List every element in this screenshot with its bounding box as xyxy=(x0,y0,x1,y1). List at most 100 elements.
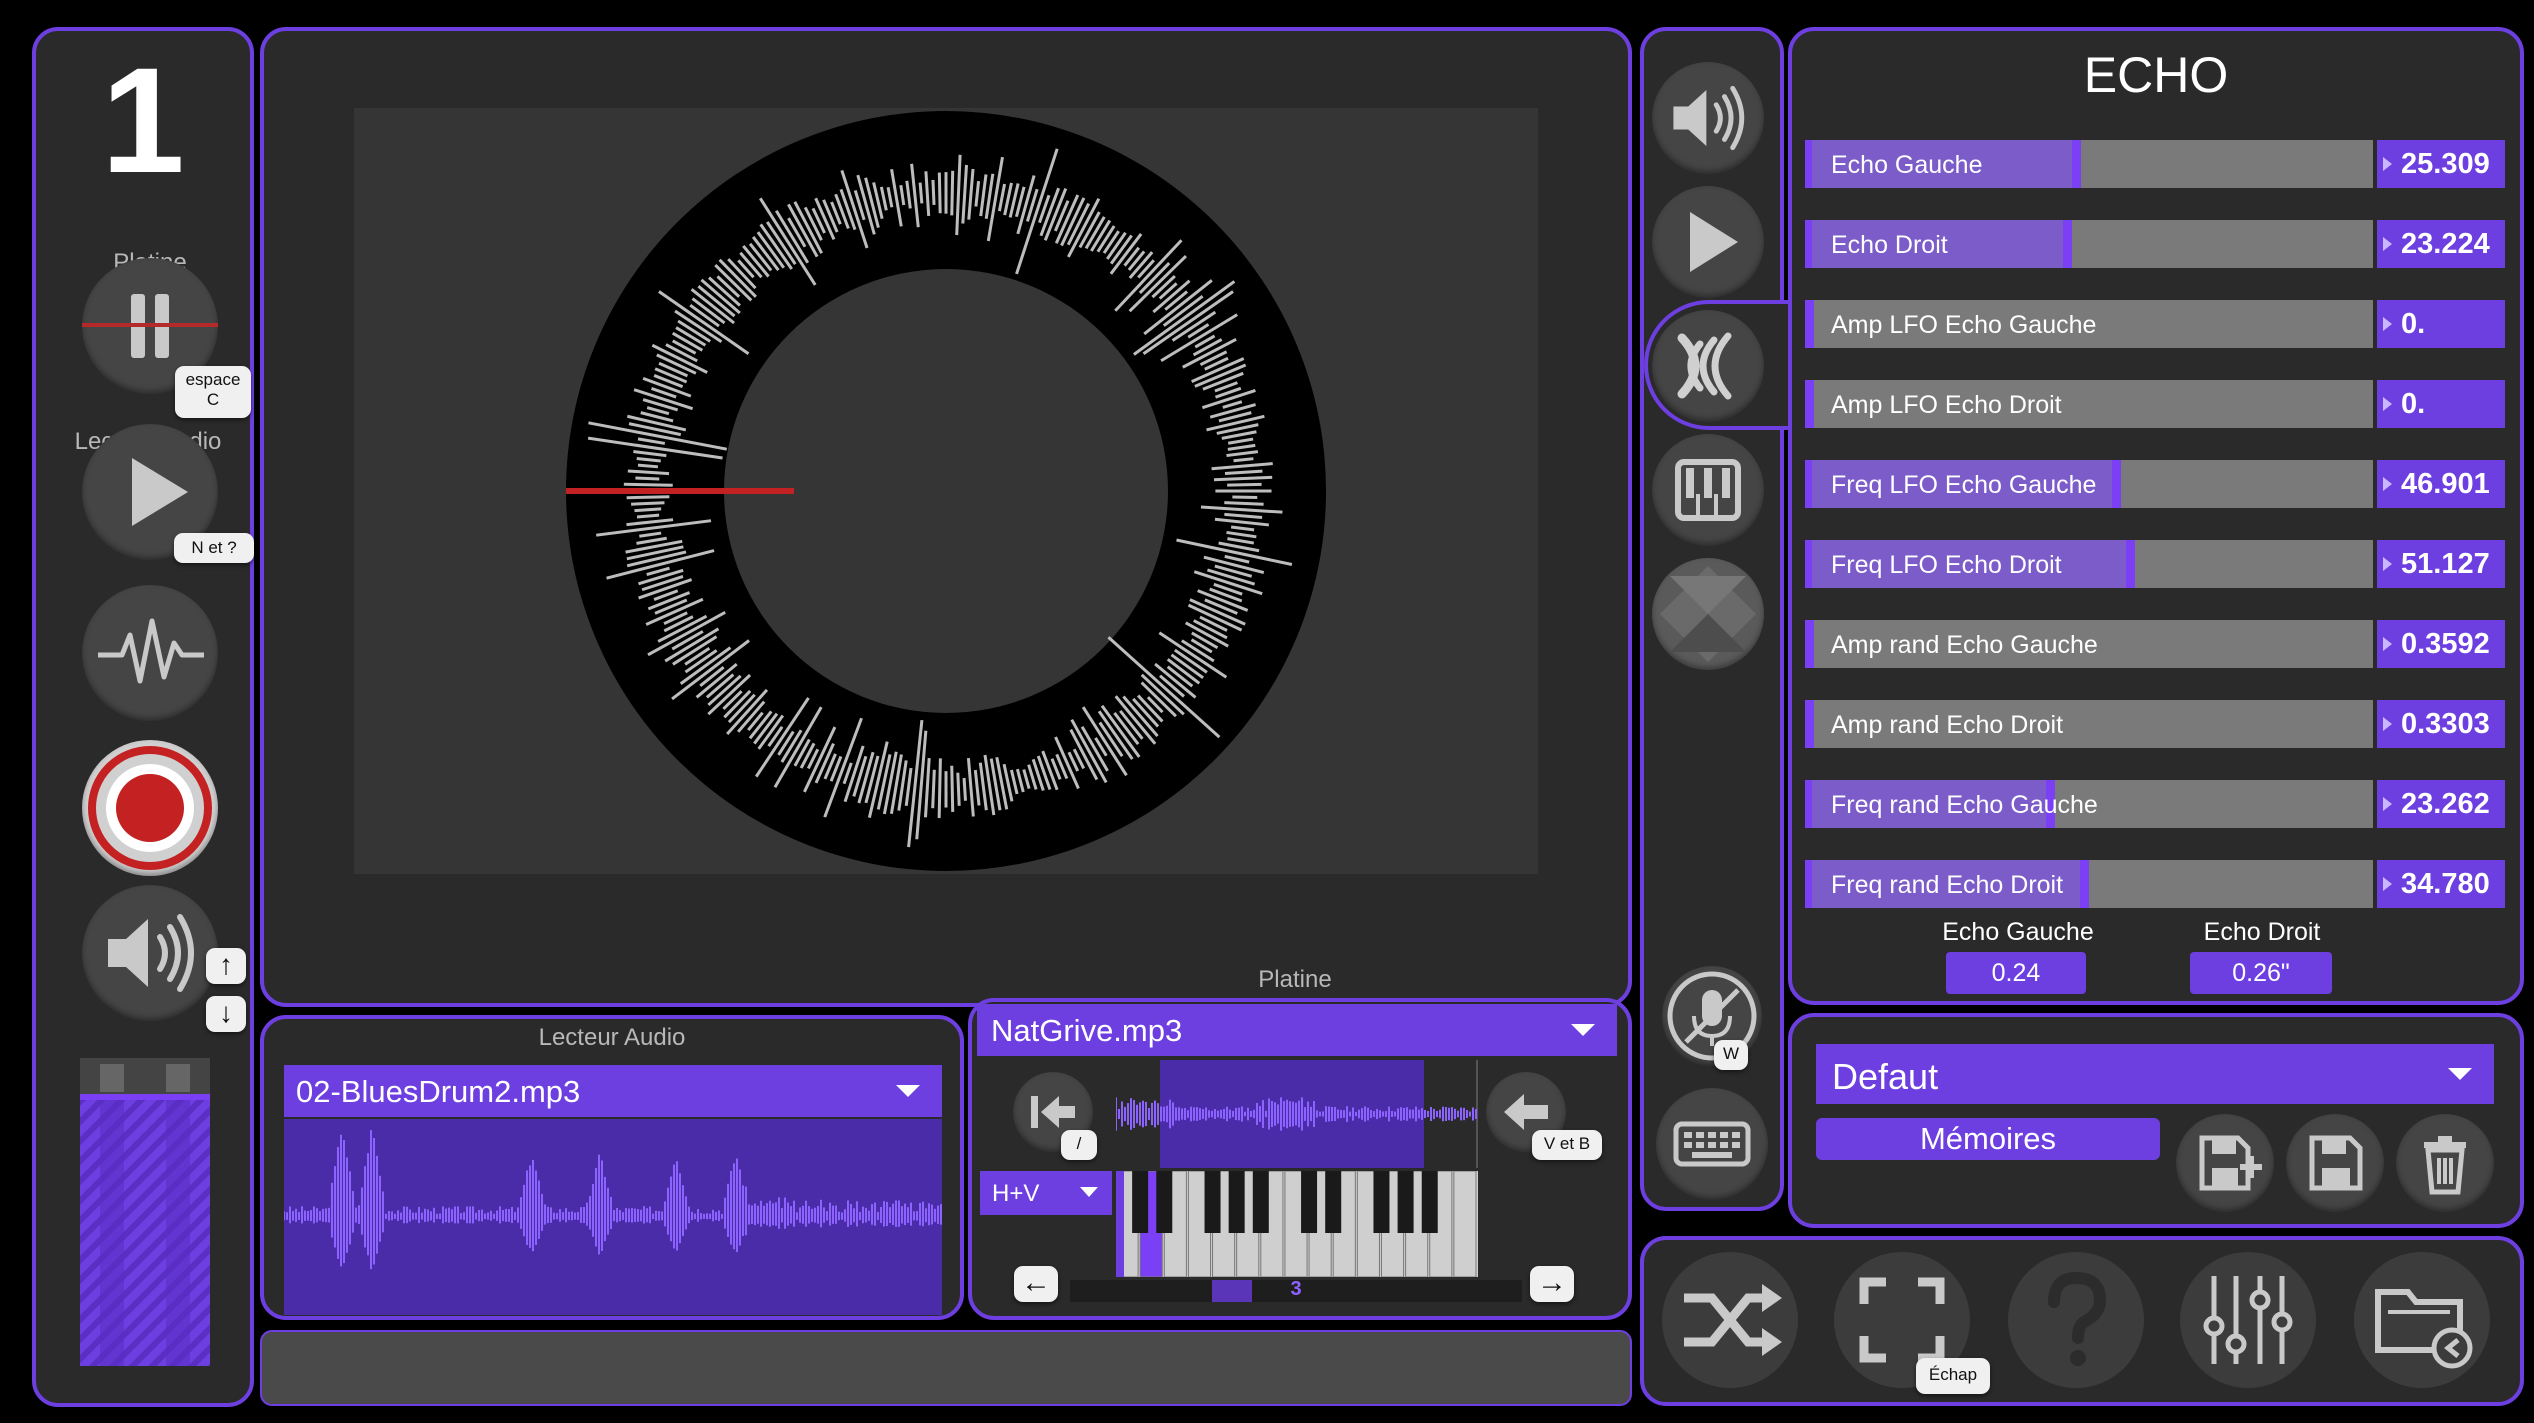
echo-param-row[interactable]: Freq LFO Echo Gauche 46.901 xyxy=(1805,460,2505,508)
folder-open-icon xyxy=(2375,1289,2473,1369)
echo-param-label: Freq LFO Echo Droit xyxy=(1831,551,2062,579)
echo-param-row[interactable]: Amp LFO Echo Gauche 0. xyxy=(1805,300,2505,348)
echo-param-slider[interactable]: Amp LFO Echo Gauche xyxy=(1805,300,2373,348)
echo-param-label: Amp rand Echo Gauche xyxy=(1831,631,2098,659)
shuffle-button[interactable] xyxy=(1662,1252,1798,1388)
echo-param-row[interactable]: Amp rand Echo Droit 0.3303 xyxy=(1805,700,2505,748)
mic-key-hint: W xyxy=(1714,1040,1748,1070)
piano-keyboard[interactable] xyxy=(1115,1170,1478,1278)
track-number: 1 xyxy=(101,36,185,204)
lecteur-waveform-plot xyxy=(283,1130,942,1270)
echo-param-value[interactable]: 46.901 xyxy=(2377,460,2505,508)
echo-param-slider[interactable]: Amp LFO Echo Droit xyxy=(1805,380,2373,428)
lecteur-file-name: 02-BluesDrum2.mp3 xyxy=(296,1074,581,1109)
chevron-down-icon xyxy=(1080,1187,1098,1197)
waveform-button[interactable] xyxy=(82,585,218,721)
octave-down-button[interactable]: ← xyxy=(1014,1266,1058,1302)
fullscreen-key-hint: Échap xyxy=(1916,1358,1990,1394)
echo-param-row[interactable]: Echo Droit 23.224 xyxy=(1805,220,2505,268)
pulse-icon xyxy=(98,618,204,684)
effect-play-button[interactable] xyxy=(1652,186,1764,298)
echo-param-slider[interactable]: Freq rand Echo Gauche xyxy=(1805,780,2373,828)
echo-param-label: Amp LFO Echo Droit xyxy=(1831,391,2062,419)
circular-waveform xyxy=(566,111,1326,871)
lecteur-key-hint: N et ? xyxy=(174,533,254,563)
effect-fx-button[interactable] xyxy=(1652,558,1764,670)
echo-right-label: Echo Droit xyxy=(2203,918,2321,946)
echo-param-row[interactable]: Freq rand Echo Gauche 23.262 xyxy=(1805,780,2505,828)
save-add-icon xyxy=(2199,1135,2262,1191)
echo-param-label: Echo Droit xyxy=(1831,231,1948,259)
echo-right-value[interactable]: 0.26" xyxy=(2190,952,2332,994)
echo-param-row[interactable]: Freq rand Echo Droit 34.780 xyxy=(1805,860,2505,908)
platine-waveform-plot xyxy=(1115,1060,1478,1168)
sliders-icon xyxy=(2203,1276,2293,1364)
platine-file-name: NatGrive.mp3 xyxy=(991,1013,1183,1048)
echo-left-value[interactable]: 0.24 xyxy=(1946,952,2086,994)
echo-param-value[interactable]: 0.3592 xyxy=(2377,620,2505,668)
echo-param-slider[interactable]: Freq rand Echo Droit xyxy=(1805,860,2373,908)
platine-mode-select[interactable]: H+V xyxy=(980,1171,1112,1215)
effect-echo-button[interactable] xyxy=(1652,310,1764,422)
echo-param-slider[interactable]: Echo Droit xyxy=(1805,220,2373,268)
echo-param-slider[interactable]: Freq LFO Echo Droit xyxy=(1805,540,2373,588)
echo-param-value[interactable]: 0. xyxy=(2377,300,2505,348)
chevron-down-icon xyxy=(2448,1068,2472,1080)
echo-param-slider[interactable]: Amp rand Echo Droit xyxy=(1805,700,2373,748)
octave-bar[interactable]: 3 xyxy=(1070,1278,1522,1302)
volume-down-button[interactable]: ↓ xyxy=(206,996,246,1032)
echo-param-value[interactable]: 34.780 xyxy=(2377,860,2505,908)
help-icon xyxy=(2048,1271,2107,1366)
lecteur-file-select[interactable]: 02-BluesDrum2.mp3 xyxy=(284,1065,942,1117)
volume-up-button[interactable]: ↑ xyxy=(206,948,246,984)
echo-param-label: Echo Gauche xyxy=(1831,151,1983,179)
platine-waveform[interactable] xyxy=(1115,1060,1478,1168)
echo-param-value[interactable]: 23.224 xyxy=(2377,220,2505,268)
echo-param-slider[interactable]: Echo Gauche xyxy=(1805,140,2373,188)
preset-name: Defaut xyxy=(1832,1056,1939,1097)
echo-param-value[interactable]: 51.127 xyxy=(2377,540,2505,588)
mixer-button[interactable] xyxy=(2180,1252,2316,1388)
echo-param-row[interactable]: Amp rand Echo Gauche 0.3592 xyxy=(1805,620,2505,668)
speaker-icon xyxy=(1673,85,1745,151)
keyboard-icon xyxy=(1673,1121,1751,1167)
echo-param-slider[interactable]: Freq LFO Echo Gauche xyxy=(1805,460,2373,508)
keyboard-button[interactable] xyxy=(1656,1088,1768,1200)
echo-icon xyxy=(1677,332,1732,400)
volume-button[interactable] xyxy=(82,885,218,1021)
echo-param-value[interactable]: 23.262 xyxy=(2377,780,2505,828)
echo-param-label: Freq rand Echo Gauche xyxy=(1831,791,2098,819)
open-folder-button[interactable] xyxy=(2354,1252,2490,1388)
echo-param-row[interactable]: Freq LFO Echo Droit 51.127 xyxy=(1805,540,2505,588)
echo-param-slider[interactable]: Amp rand Echo Gauche xyxy=(1805,620,2373,668)
lecteur-waveform[interactable] xyxy=(283,1119,942,1315)
platine-file-select[interactable]: NatGrive.mp3 xyxy=(977,1004,1617,1056)
octave-up-button[interactable]: → xyxy=(1530,1266,1574,1302)
speaker-icon xyxy=(108,914,194,992)
platine-forward-key: V et B xyxy=(1532,1130,1602,1160)
octave-value: 3 xyxy=(1290,1278,1302,1300)
record-button[interactable] xyxy=(82,740,218,876)
platine-key-hint: espace C xyxy=(175,366,251,418)
effect-volume-button[interactable] xyxy=(1652,62,1764,174)
echo-title: ECHO xyxy=(2083,47,2229,103)
level-meter-bars xyxy=(80,1064,210,1366)
effect-piano-button[interactable] xyxy=(1652,434,1764,546)
preset-select[interactable]: Defaut xyxy=(1816,1044,2494,1104)
echo-param-value[interactable]: 0.3303 xyxy=(2377,700,2505,748)
echo-param-label: Freq rand Echo Droit xyxy=(1831,871,2064,899)
echo-param-value[interactable]: 25.309 xyxy=(2377,140,2505,188)
save-new-button[interactable] xyxy=(2176,1114,2274,1212)
piano-keys xyxy=(1115,1170,1477,1278)
echo-param-row[interactable]: Amp LFO Echo Droit 0. xyxy=(1805,380,2505,428)
echo-param-row[interactable]: Echo Gauche 25.309 xyxy=(1805,140,2505,188)
platine-mode-value: H+V xyxy=(992,1180,1040,1207)
echo-param-value[interactable]: 0. xyxy=(2377,380,2505,428)
help-button[interactable] xyxy=(2008,1252,2144,1388)
save-button[interactable] xyxy=(2286,1114,2384,1212)
chevron-down-icon xyxy=(896,1085,920,1097)
echo-left-label: Echo Gauche xyxy=(1942,918,2094,946)
play-icon xyxy=(1690,212,1738,272)
platine-back-key: / xyxy=(1061,1130,1097,1160)
delete-button[interactable] xyxy=(2396,1114,2494,1212)
